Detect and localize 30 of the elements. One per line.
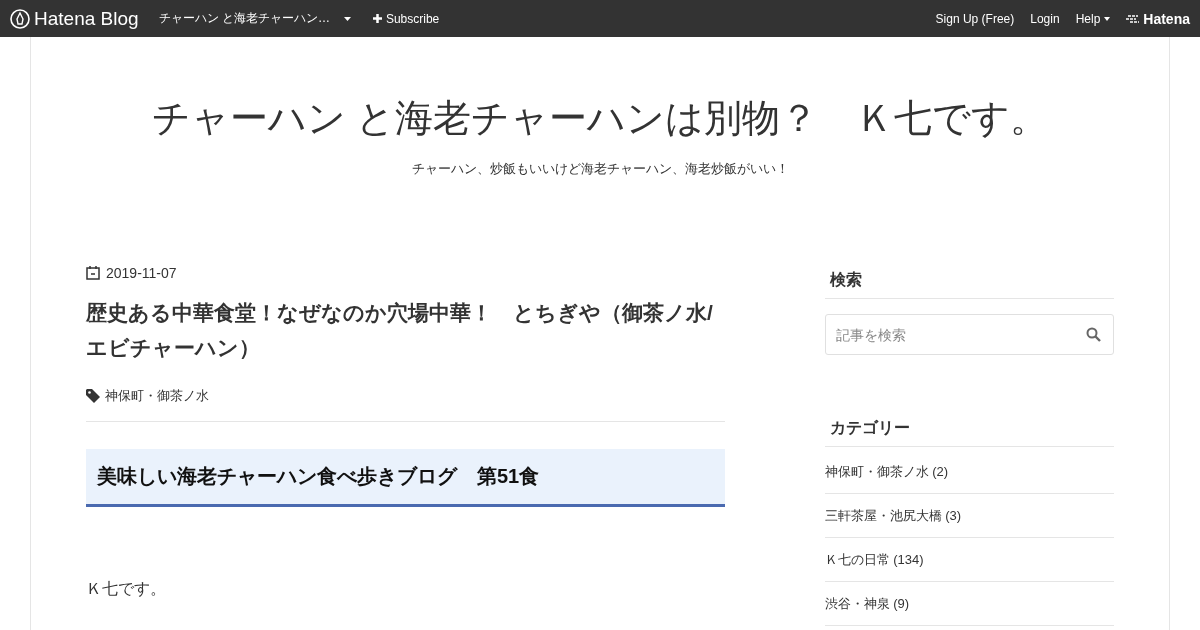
section-heading: 美味しい海老チャーハン食べ歩きブログ 第51食 [86,449,725,507]
subscribe-link[interactable]: Subscribe [372,11,440,26]
nav-link[interactable]: Login [1030,11,1060,26]
category-link[interactable]: 三軒茶屋・池尻大橋 (3) [824,494,1114,538]
wave-lines-icon [1126,13,1141,24]
search-icon[interactable] [1086,327,1101,342]
categories-title: カテゴリー [824,413,1114,447]
blog-menu[interactable]: チャーハン と海老チャーハン… [158,10,351,27]
nav-link[interactable]: Sign Up (Free) [935,11,1015,26]
plus-icon [372,14,382,23]
body-text: Ｋ七です。 [86,579,167,599]
category-link[interactable]: Ｋ七の日常 (134) [824,538,1114,582]
logo-text: Hatena Blog [34,7,139,30]
hatena-blog-logo[interactable]: Hatena Blog [10,7,139,30]
article-title[interactable]: 歴史ある中華食堂！なぜなのか穴場中華！ とちぎや（御茶ノ水/エビチャーハン） [86,295,725,365]
caret-icon [1104,16,1111,21]
blog-description: チャーハン、炒飯もいいけど海老チャーハン、海老炒飯がいい！ [410,160,790,178]
search-field[interactable]: 記事を検索 [824,314,1114,355]
hatena-logo[interactable]: Hatena [1126,10,1190,27]
category-link[interactable]: 神保町・御茶ノ水 (2) [824,450,1114,494]
nav-link[interactable]: Help [1075,11,1111,26]
blog-title[interactable]: チャーハン と海老チャーハンは別物？ Ｋ七です。 [31,93,1169,144]
search-title: 検索 [824,265,1114,299]
caret-icon [343,16,351,21]
category-tag[interactable]: 神保町・御茶ノ水 [105,387,209,405]
tag-icon [86,389,100,403]
pen-nib-icon [10,8,30,29]
category-link[interactable]: 渋谷・神泉 (9) [824,582,1114,626]
calendar-icon [86,266,100,280]
post-date[interactable]: 2019-11-07 [106,265,177,281]
